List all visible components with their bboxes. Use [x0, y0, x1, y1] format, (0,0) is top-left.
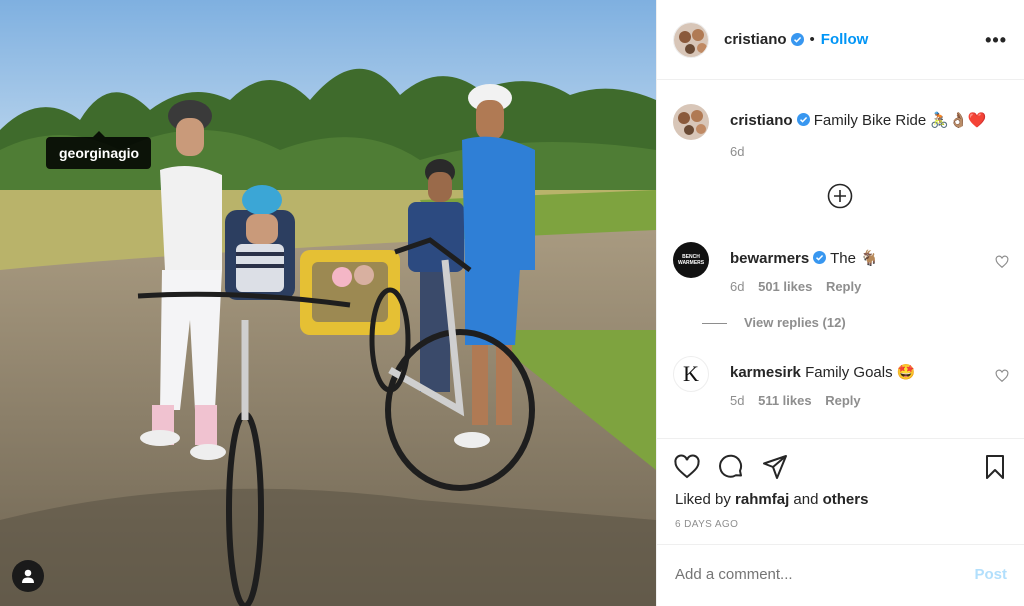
- verified-badge-icon: [790, 33, 804, 46]
- bookmark-icon[interactable]: [981, 453, 1009, 481]
- comments-list[interactable]: cristiano Family Bike Ride 🚴🏽👌🏽❤️ 6d BEN…: [657, 80, 1024, 438]
- comment-row: BENCH WARMERS bewarmers The 🐐 6d 501 lik…: [673, 242, 1013, 342]
- heart-icon[interactable]: [995, 369, 1009, 383]
- post-date[interactable]: 6 DAYS AGO: [675, 519, 738, 530]
- verified-badge-icon: [796, 113, 810, 126]
- comment-body: bewarmers The 🐐: [730, 249, 990, 269]
- comment-bubble-icon[interactable]: [717, 453, 745, 481]
- comment-time[interactable]: 6d: [730, 279, 744, 294]
- liked-by-user[interactable]: rahmfaj: [735, 491, 789, 508]
- photo-user-tag[interactable]: georginagio: [46, 131, 152, 169]
- caption-body: cristiano Family Bike Ride 🚴🏽👌🏽❤️: [730, 111, 990, 131]
- header-separator: •: [809, 31, 815, 48]
- more-options-icon[interactable]: •••: [985, 30, 1007, 51]
- post-header: cristiano • Follow •••: [657, 0, 1024, 80]
- reply-button[interactable]: Reply: [825, 393, 860, 408]
- add-comment-bar: Post: [657, 544, 1024, 606]
- caption-username[interactable]: cristiano: [730, 112, 793, 129]
- plus-circle-icon[interactable]: [827, 183, 853, 209]
- liked-by: Liked by rahmfaj and others: [675, 491, 868, 508]
- comment-meta: 5d 511 likes Reply: [730, 393, 871, 408]
- comment-text: The 🐐: [830, 250, 879, 267]
- post-comment-button[interactable]: Post: [974, 566, 1007, 583]
- comment-likes[interactable]: 511 likes: [758, 393, 812, 408]
- author-avatar[interactable]: [673, 21, 709, 58]
- caption-row: cristiano Family Bike Ride 🚴🏽👌🏽❤️ 6d: [673, 104, 1013, 164]
- comment-body: karmesirk Family Goals 🤩: [730, 363, 990, 383]
- verified-badge-icon: [813, 251, 827, 264]
- like-heart-icon[interactable]: [673, 453, 701, 481]
- post-side-panel: cristiano • Follow ••• cristiano Family …: [656, 0, 1024, 606]
- comment-meta: 6d 501 likes Reply: [730, 279, 871, 294]
- avatar-letter: K: [683, 361, 699, 386]
- comment-avatar[interactable]: BENCH WARMERS: [673, 242, 709, 278]
- caption-time[interactable]: 6d: [730, 144, 744, 159]
- caption-meta: 6d: [730, 144, 754, 159]
- comment-username[interactable]: bewarmers: [730, 250, 809, 267]
- add-comment-input[interactable]: [675, 566, 955, 583]
- liked-by-prefix: Liked by: [675, 491, 731, 508]
- tagged-users-button[interactable]: [12, 560, 44, 592]
- view-replies-button[interactable]: View replies (12): [744, 315, 846, 330]
- comment-row: K karmesirk Family Goals 🤩 5d 511 likes …: [673, 356, 1013, 436]
- post-photo[interactable]: georginagio: [0, 0, 656, 606]
- comment-username[interactable]: karmesirk: [730, 364, 801, 381]
- comment-likes[interactable]: 501 likes: [758, 279, 812, 294]
- follow-button[interactable]: Follow: [821, 31, 869, 48]
- liked-by-others[interactable]: others: [823, 491, 869, 508]
- reply-button[interactable]: Reply: [826, 279, 861, 294]
- caption-avatar[interactable]: [673, 104, 709, 140]
- comment-text: Family Goals 🤩: [805, 364, 916, 381]
- user-icon: [22, 569, 34, 583]
- post-actions: Liked by rahmfaj and others 6 DAYS AGO: [657, 438, 1024, 544]
- author-username[interactable]: cristiano: [724, 31, 787, 48]
- liked-by-and: and: [793, 491, 819, 508]
- comment-avatar[interactable]: K: [673, 356, 709, 392]
- heart-icon[interactable]: [995, 255, 1009, 269]
- comment-time[interactable]: 5d: [730, 393, 744, 408]
- share-plane-icon[interactable]: [761, 453, 789, 481]
- caption-text: Family Bike Ride 🚴🏽👌🏽❤️: [813, 112, 987, 129]
- photo-scene: [0, 0, 656, 606]
- avatar-logo-text: BENCH WARMERS: [678, 254, 705, 266]
